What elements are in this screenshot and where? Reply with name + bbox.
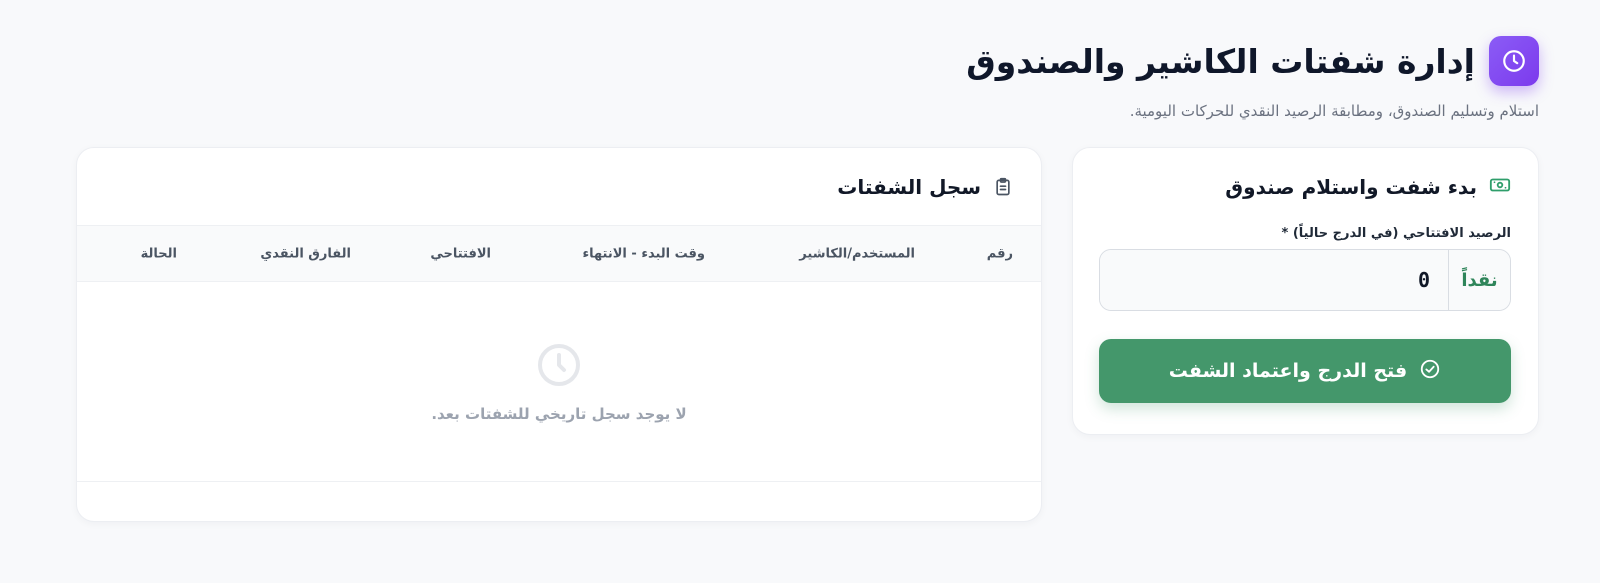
empty-state: لا يوجد سجل تاريخي للشفتات بعد. <box>77 282 1041 482</box>
check-circle-icon <box>1419 358 1441 385</box>
column-header-user: المستخدم/الكاشير <box>799 246 915 261</box>
clock-icon <box>1489 36 1539 86</box>
start-shift-card: بدء شفت واستلام صندوق الرصيد الافتتاحي (… <box>1072 147 1539 435</box>
open-shift-label: فتح الدرج واعتماد الشفت <box>1168 360 1408 382</box>
empty-message: لا يوجد سجل تاريخي للشفتات بعد. <box>431 404 687 423</box>
start-shift-header: بدء شفت واستلام صندوق <box>1100 174 1511 200</box>
page-header: إدارة شفتات الكاشير والصندوق استلام وتسل… <box>966 36 1539 120</box>
column-header-cash-difference: الفارق النقدي <box>260 246 351 261</box>
shift-history-card: سجل الشفتات رقم المستخدم/الكاشير وقت الب… <box>76 147 1042 522</box>
page: إدارة شفتات الكاشير والصندوق استلام وتسل… <box>0 0 1600 583</box>
clock-icon <box>535 341 583 393</box>
clipboard-icon <box>993 176 1013 198</box>
history-title: سجل الشفتات <box>837 174 981 199</box>
currency-addon: نقداً <box>1448 250 1510 310</box>
title-row: إدارة شفتات الكاشير والصندوق <box>966 36 1539 86</box>
open-shift-button[interactable]: فتح الدرج واعتماد الشفت <box>1099 339 1511 403</box>
table-header: رقم المستخدم/الكاشير وقت البدء - الانتها… <box>77 226 1041 282</box>
column-header-time: وقت البدء - الانتهاء <box>582 246 705 261</box>
opening-balance-label: الرصيد الافتتاحي (في الدرج حالياً) * <box>1281 226 1511 241</box>
column-header-status: الحالة <box>140 246 177 261</box>
cash-icon <box>1489 174 1511 200</box>
page-title: إدارة شفتات الكاشير والصندوق <box>966 41 1475 81</box>
start-shift-title: بدء شفت واستلام صندوق <box>1225 175 1477 199</box>
opening-balance-group: نقداً <box>1099 249 1511 311</box>
opening-balance-input[interactable] <box>1100 250 1448 310</box>
history-header: سجل الشفتات <box>77 148 1041 226</box>
column-header-opening: الافتتاحي <box>430 246 491 261</box>
page-subtitle: استلام وتسليم الصندوق، ومطابقة الرصيد ال… <box>1129 102 1539 120</box>
column-header-id: رقم <box>986 246 1013 261</box>
